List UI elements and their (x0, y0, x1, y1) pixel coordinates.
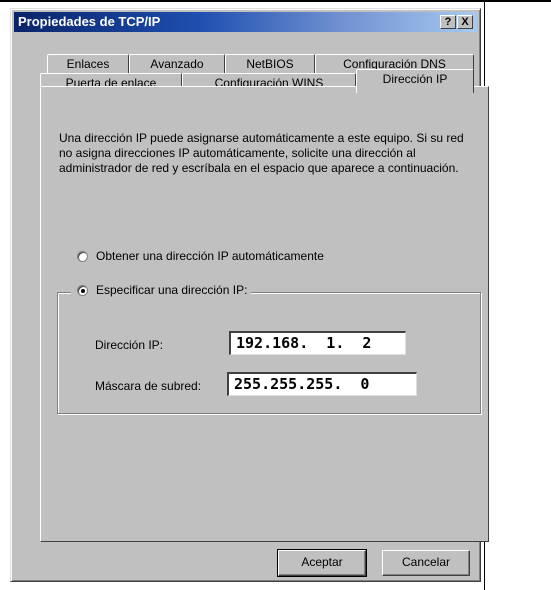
close-button[interactable]: X (457, 15, 473, 29)
tcpip-properties-dialog: Propiedades de TCP/IP ? X Enlaces Avanza… (10, 8, 489, 582)
description-text: Una dirección IP puede asignarse automát… (59, 131, 464, 175)
auto-ip-label: Obtener una dirección IP automáticamente (96, 249, 324, 263)
subnet-mask-label: Máscara de subred: (95, 379, 202, 393)
radio-unchecked-icon[interactable] (77, 251, 88, 262)
ip-address-panel: Una dirección IP puede asignarse automát… (40, 86, 489, 542)
tab-avanzado[interactable]: Avanzado (129, 54, 225, 74)
radio-checked-icon[interactable] (77, 285, 88, 296)
ip-address-field[interactable]: 192.168. 1. 2 (229, 331, 406, 355)
title-bar[interactable]: Propiedades de TCP/IP ? X (14, 12, 477, 32)
subnet-mask-field[interactable]: 255.255.255. 0 (227, 372, 417, 396)
tab-label: Dirección IP (382, 72, 448, 86)
tab-enlaces[interactable]: Enlaces (47, 54, 129, 74)
ip-address-label: Dirección IP: (95, 338, 164, 352)
top-rule (0, 0, 551, 2)
tab-label: Avanzado (150, 57, 204, 71)
manual-ip-label: Especificar una dirección IP: (96, 283, 248, 297)
help-icon: ? (444, 16, 452, 28)
manual-ip-option[interactable]: Especificar una dirección IP: (71, 283, 252, 297)
window-title: Propiedades de TCP/IP (18, 14, 161, 29)
tab-netbios[interactable]: NetBIOS (225, 54, 315, 74)
close-icon: X (461, 16, 469, 28)
help-button[interactable]: ? (440, 15, 456, 29)
tab-label: Enlaces (66, 57, 110, 71)
tab-direccion-ip[interactable]: Dirección IP (356, 69, 474, 93)
tab-label: NetBIOS (246, 57, 294, 71)
cancel-button[interactable]: Cancelar (382, 550, 470, 576)
auto-ip-option[interactable]: Obtener una dirección IP automáticamente (77, 249, 324, 263)
ok-button[interactable]: Aceptar (277, 549, 367, 577)
